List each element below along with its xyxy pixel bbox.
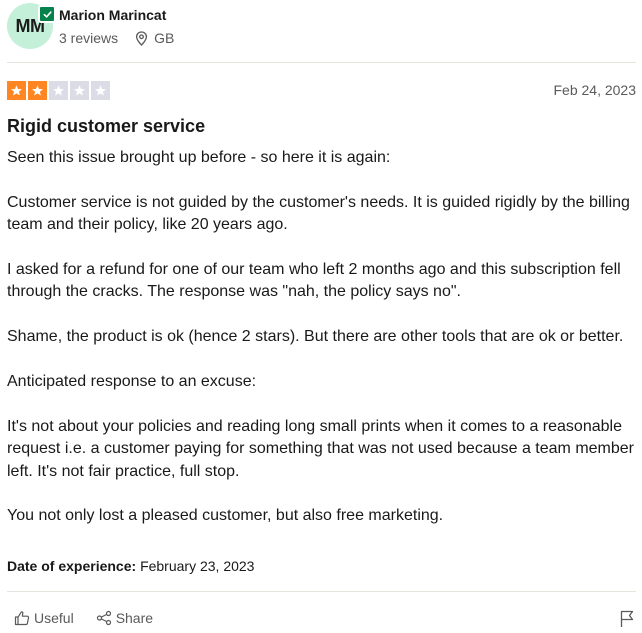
reviews-count: 3 reviews: [59, 30, 119, 46]
useful-button[interactable]: Useful: [14, 610, 74, 626]
share-button[interactable]: Share: [96, 610, 153, 626]
star-filled-icon: [28, 81, 47, 100]
flag-icon: [620, 610, 634, 627]
review-paragraph: Shame, the product is ok (hence 2 stars)…: [7, 328, 624, 346]
location-pin-icon: [136, 30, 148, 46]
experience-date: February 23, 2023: [140, 558, 255, 574]
review-paragraph: Customer service is not guided by the cu…: [7, 193, 630, 234]
star-empty-icon: [49, 81, 68, 100]
reviewer-meta: 3 reviews GB: [59, 30, 174, 46]
review-date: Feb 24, 2023: [553, 82, 636, 98]
reviewer-location: GB: [135, 30, 174, 46]
report-flag-button[interactable]: [620, 610, 634, 633]
header-divider: [7, 62, 636, 63]
review-body: Seen this issue brought up before - so h…: [7, 147, 639, 528]
star-empty-icon: [70, 81, 89, 100]
experience-label: Date of experience:: [7, 558, 137, 574]
footer-divider: [7, 591, 636, 592]
share-label: Share: [115, 610, 154, 626]
verified-check-icon: [38, 5, 56, 23]
review-paragraph: I asked for a refund for one of our team…: [7, 261, 621, 301]
review-title[interactable]: Rigid customer service: [7, 116, 205, 137]
star-rating: [7, 81, 112, 100]
star-empty-icon: [91, 81, 110, 100]
review-paragraph: It's not about your policies and reading…: [7, 417, 634, 480]
review-paragraph: You not only lost a pleased customer, bu…: [7, 507, 444, 525]
reviewer-info: Marion Marincat 3 reviews GB: [59, 6, 174, 46]
review-paragraph: Anticipated response to an excuse:: [7, 373, 257, 390]
review-actions: Useful Share: [14, 610, 153, 626]
review-paragraph: Seen this issue brought up before - so h…: [7, 149, 391, 166]
star-filled-icon: [7, 81, 26, 100]
avatar[interactable]: MM: [7, 3, 56, 49]
date-of-experience: Date of experience: February 23, 2023: [7, 558, 254, 574]
reviewer-country: GB: [154, 30, 175, 46]
thumbs-up-icon: [14, 611, 30, 626]
useful-label: Useful: [34, 610, 74, 626]
share-icon: [96, 610, 111, 626]
reviewer-header: MM Marion Marincat 3 reviews GB: [7, 2, 174, 50]
reviewer-name[interactable]: Marion Marincat: [59, 6, 174, 24]
